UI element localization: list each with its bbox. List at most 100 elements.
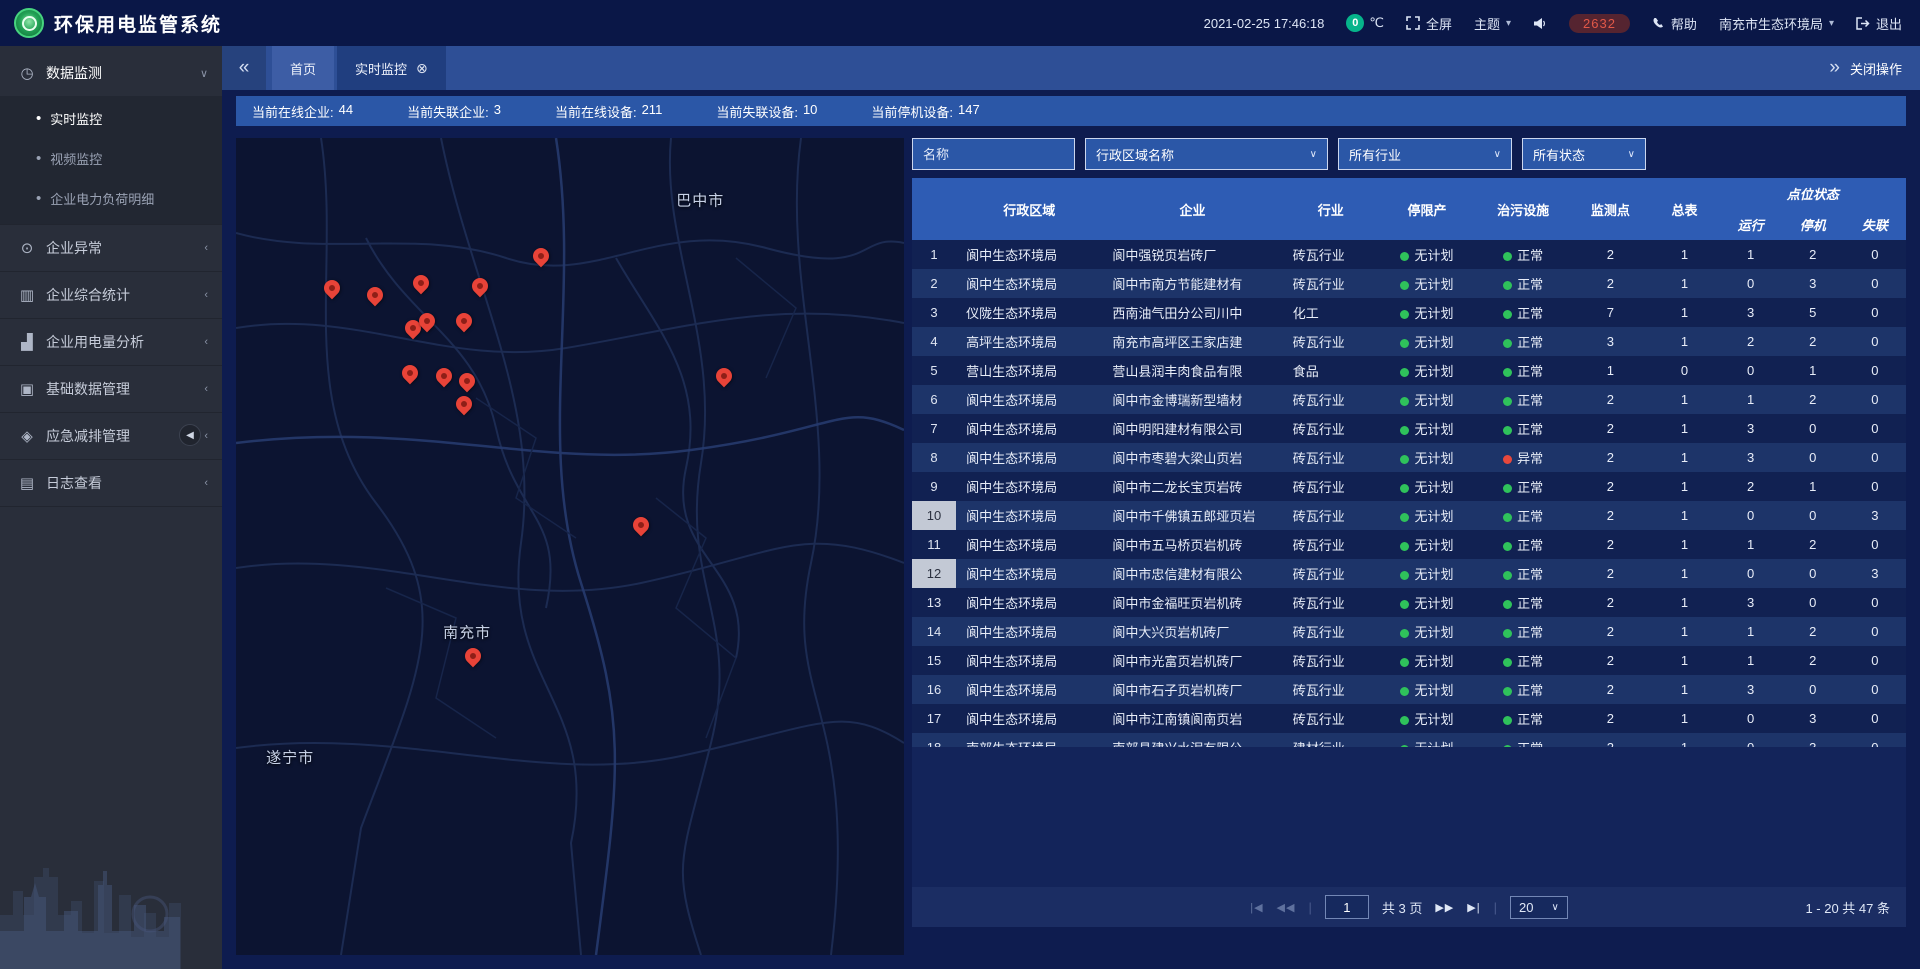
cell-production-status: 无计划 xyxy=(1379,704,1475,733)
table-row[interactable]: 18南部生态环境局南部县建兴水泥有限公建材行业无计划正常21030 xyxy=(912,733,1906,747)
topbar-right: 2021-02-25 17:46:18 0 ℃ 全屏 主题 ▾ 2632 帮助 xyxy=(1204,14,1902,33)
cell-facility-status-text: 正常 xyxy=(1517,596,1543,611)
status-dot-icon xyxy=(1503,252,1512,261)
table-row[interactable]: 3仪陇生态环境局西南油气田分公司川中化工无计划正常71350 xyxy=(912,298,1906,327)
cell-running-count: 1 xyxy=(1720,385,1782,414)
cell-industry: 砖瓦行业 xyxy=(1283,501,1379,530)
cell-region: 阆中生态环境局 xyxy=(956,617,1102,646)
announcement-button[interactable] xyxy=(1533,17,1547,30)
sidebar: ◷数据监测∨•实时监控•视频监控•企业电力负荷明细 ⊙企业异常‹▥企业综合统计‹▟… xyxy=(0,46,222,969)
table-row[interactable]: 17阆中生态环境局阆中市江南镇阆南页岩砖瓦行业无计划正常21030 xyxy=(912,704,1906,733)
main-layout: ◷数据监测∨•实时监控•视频监控•企业电力负荷明细 ⊙企业异常‹▥企业综合统计‹▟… xyxy=(0,46,1920,969)
logout-button[interactable]: 退出 xyxy=(1856,14,1902,33)
table-row[interactable]: 4高坪生态环境局南充市高坪区王家店建砖瓦行业无计划正常31220 xyxy=(912,327,1906,356)
tabs-scroll-right-icon[interactable]: » xyxy=(1829,57,1840,79)
chevron-icon: ∨ xyxy=(200,67,208,80)
cell-region: 阆中生态环境局 xyxy=(956,675,1102,704)
table-body: 1阆中生态环境局阆中强锐页岩砖厂砖瓦行业无计划正常211202阆中生态环境局阆中… xyxy=(912,240,1906,747)
table-row[interactable]: 7阆中生态环境局阆中明阳建材有限公司砖瓦行业无计划正常21300 xyxy=(912,414,1906,443)
prev-page-button[interactable]: ◀◀ xyxy=(1277,901,1296,914)
cell-running-count: 0 xyxy=(1720,501,1782,530)
sidebar-group-button[interactable]: ▤日志查看‹ xyxy=(0,460,222,506)
table-row[interactable]: 15阆中生态环境局阆中市光富页岩机砖厂砖瓦行业无计划正常21120 xyxy=(912,646,1906,675)
brand: 环保用电监管系统 xyxy=(14,8,222,38)
table-row[interactable]: 2阆中生态环境局阆中市南方节能建材有砖瓦行业无计划正常21030 xyxy=(912,269,1906,298)
region-filter-select[interactable]: 行政区域名称 ∨ xyxy=(1085,138,1328,170)
table-row[interactable]: 1阆中生态环境局阆中强锐页岩砖厂砖瓦行业无计划正常21120 xyxy=(912,240,1906,269)
sidebar-group-button[interactable]: ▟企业用电量分析‹ xyxy=(0,319,222,365)
cell-facility-status: 正常 xyxy=(1475,356,1571,385)
name-filter-input[interactable] xyxy=(912,138,1075,170)
alert-count-badge[interactable]: 2632 xyxy=(1569,14,1630,33)
tabs-scroll-left-button[interactable]: « xyxy=(222,46,266,90)
col-index xyxy=(912,178,956,240)
chevron-icon: ‹ xyxy=(204,242,208,254)
sidebar-item[interactable]: •实时监控 xyxy=(0,98,222,138)
pagination-range-label: 1 - 20 共 47 条 xyxy=(1805,898,1890,917)
cell-offline-count: 3 xyxy=(1844,501,1906,530)
tab-item[interactable]: 首页 xyxy=(272,46,334,90)
cell-industry: 砖瓦行业 xyxy=(1283,414,1379,443)
industry-filter-select[interactable]: 所有行业 ∨ xyxy=(1338,138,1512,170)
sidebar-group-button[interactable]: ▣基础数据管理‹ xyxy=(0,366,222,412)
table-row[interactable]: 12阆中生态环境局阆中市忠信建材有限公砖瓦行业无计划正常21003 xyxy=(912,559,1906,588)
stat-value: 10 xyxy=(803,102,817,121)
logout-icon xyxy=(1856,17,1870,30)
map-panel[interactable]: 巴中市南充市遂宁市 xyxy=(236,138,904,955)
cell-industry: 砖瓦行业 xyxy=(1283,559,1379,588)
cell-production-status-text: 无计划 xyxy=(1414,277,1453,292)
status-dot-icon xyxy=(1400,368,1409,377)
table-row[interactable]: 14阆中生态环境局阆中大兴页岩机砖厂砖瓦行业无计划正常21120 xyxy=(912,617,1906,646)
tab-close-icon[interactable]: ⊗ xyxy=(416,60,428,77)
sidebar-group-button[interactable]: ▥企业综合统计‹ xyxy=(0,272,222,318)
cell-offline-count: 0 xyxy=(1844,327,1906,356)
cell-running-count: 1 xyxy=(1720,617,1782,646)
table-row[interactable]: 11阆中生态环境局阆中市五马桥页岩机砖砖瓦行业无计划正常21120 xyxy=(912,530,1906,559)
table-row[interactable]: 13阆中生态环境局阆中市金福旺页岩机砖砖瓦行业无计划正常21300 xyxy=(912,588,1906,617)
bullet-icon: • xyxy=(36,111,41,126)
menu-icon: ◷ xyxy=(18,64,36,82)
table-row[interactable]: 16阆中生态环境局阆中市石子页岩机砖厂砖瓦行业无计划正常21300 xyxy=(912,675,1906,704)
tabs: 首页实时监控⊗ xyxy=(272,46,446,90)
sidebar-item[interactable]: •企业电力负荷明细 xyxy=(0,178,222,218)
tab-active[interactable]: 实时监控⊗ xyxy=(337,46,446,90)
table-row[interactable]: 9阆中生态环境局阆中市二龙长宝页岩砖砖瓦行业无计划正常21210 xyxy=(912,472,1906,501)
cell-monitor-count: 7 xyxy=(1571,298,1649,327)
org-menu-button[interactable]: 南充市生态环境局 ▾ xyxy=(1719,14,1834,33)
close-operations-button[interactable]: 关闭操作 xyxy=(1850,59,1902,78)
table-row[interactable]: 10阆中生态环境局阆中市千佛镇五郎垭页岩砖瓦行业无计划正常21003 xyxy=(912,501,1906,530)
table-row[interactable]: 6阆中生态环境局阆中市金博瑞新型墙材砖瓦行业无计划正常21120 xyxy=(912,385,1906,414)
tabbar-right: » 关闭操作 xyxy=(1829,46,1920,90)
next-page-button[interactable]: ▶▶ xyxy=(1435,901,1454,914)
cell-industry: 食品 xyxy=(1283,356,1379,385)
cell-company: 阆中市南方节能建材有 xyxy=(1102,269,1282,298)
table-header: 行政区域 企业 行业 停限产 治污设施 监测点 总表 点位状态 xyxy=(912,178,1906,240)
page-number-input[interactable] xyxy=(1325,895,1369,919)
cell-industry: 砖瓦行业 xyxy=(1283,385,1379,414)
cell-company: 阆中市二龙长宝页岩砖 xyxy=(1102,472,1282,501)
status-filter-select[interactable]: 所有状态 ∨ xyxy=(1522,138,1646,170)
cell-industry: 砖瓦行业 xyxy=(1283,269,1379,298)
theme-menu-button[interactable]: 主题 ▾ xyxy=(1474,14,1511,33)
cell-offline-count: 0 xyxy=(1844,588,1906,617)
cell-monitor-count: 2 xyxy=(1571,704,1649,733)
total-pages-label: 共 3 页 xyxy=(1382,898,1422,917)
fullscreen-button[interactable]: 全屏 xyxy=(1406,14,1452,33)
row-index: 16 xyxy=(912,675,956,704)
sidebar-item[interactable]: •视频监控 xyxy=(0,138,222,178)
stat-label: 当前在线设备: xyxy=(555,102,637,121)
cell-facility-status: 正常 xyxy=(1475,298,1571,327)
cell-region: 仪陇生态环境局 xyxy=(956,298,1102,327)
cell-region: 阆中生态环境局 xyxy=(956,646,1102,675)
table-row[interactable]: 8阆中生态环境局阆中市枣碧大梁山页岩砖瓦行业无计划异常21300 xyxy=(912,443,1906,472)
table-row[interactable]: 5营山生态环境局营山县润丰肉食品有限食品无计划正常10010 xyxy=(912,356,1906,385)
sidebar-group-button[interactable]: ⊙企业异常‹ xyxy=(0,225,222,271)
last-page-button[interactable]: ▶| xyxy=(1467,901,1480,914)
sidebar-group-button[interactable]: ◷数据监测∨ xyxy=(0,50,222,96)
bullet-icon: • xyxy=(36,151,41,166)
first-page-button[interactable]: |◀ xyxy=(1250,901,1263,914)
status-dot-icon xyxy=(1503,455,1512,464)
page-size-select[interactable]: 20 ∨ xyxy=(1510,896,1568,919)
sidebar-collapse-button[interactable]: ◀ xyxy=(179,424,201,446)
help-button[interactable]: 帮助 xyxy=(1652,14,1697,33)
